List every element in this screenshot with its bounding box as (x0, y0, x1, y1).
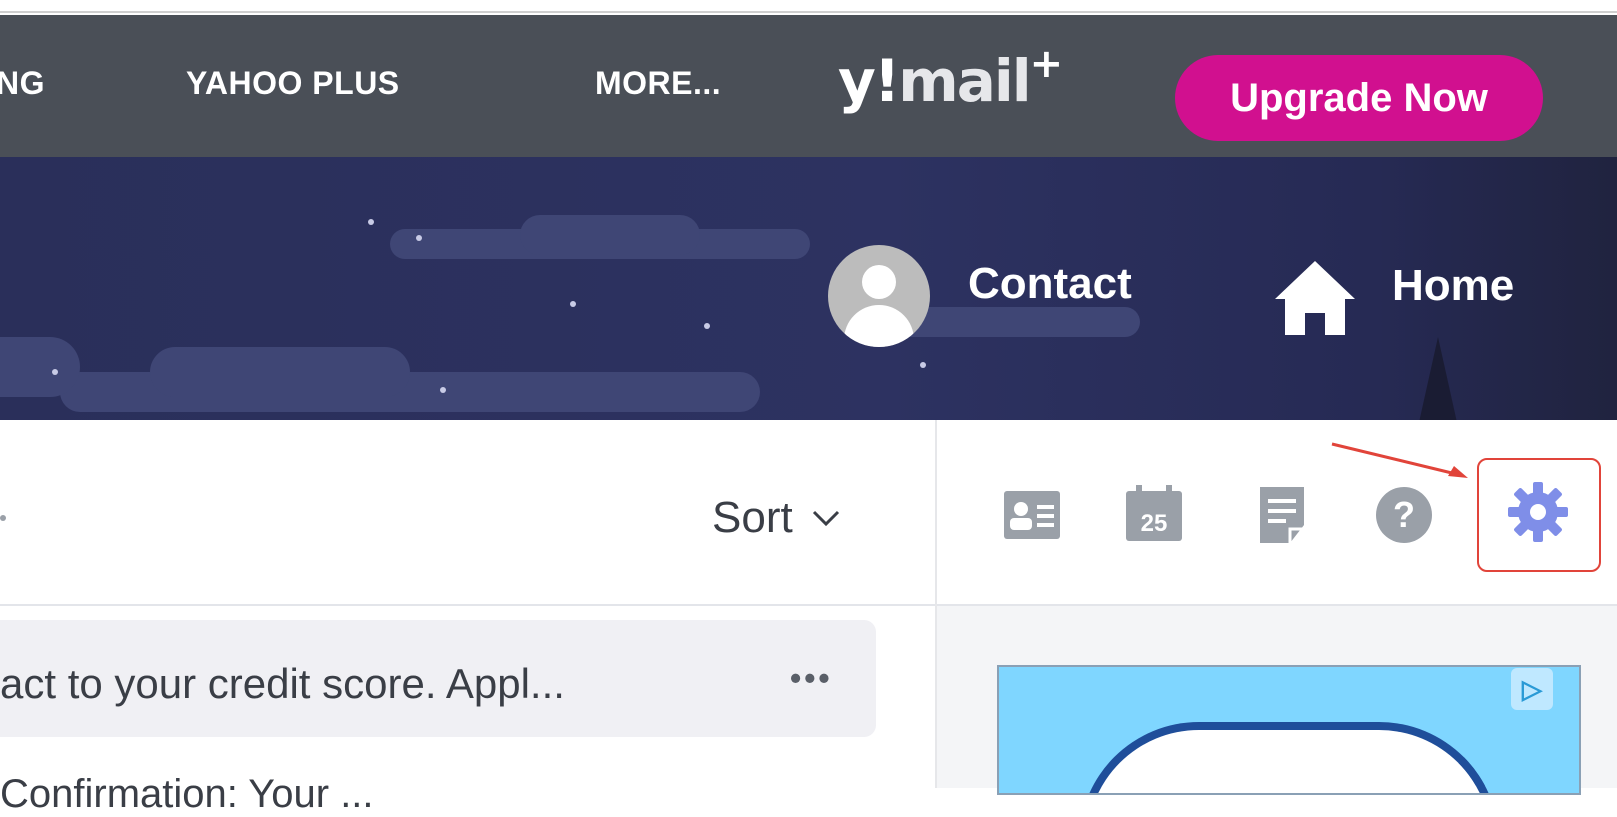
calendar-day: 25 (1141, 510, 1168, 537)
theme-banner: Contact Home (0, 157, 1617, 420)
star-decoration (440, 387, 446, 393)
home-icon[interactable] (1273, 255, 1357, 339)
logo-plus: + (1029, 41, 1063, 87)
home-link[interactable]: Home (1392, 261, 1514, 311)
contact-card-icon[interactable] (1002, 485, 1062, 545)
logo-y: y (838, 47, 876, 115)
more-actions-button[interactable]: ••• (790, 660, 833, 697)
sort-dropdown[interactable]: Sort (712, 493, 841, 543)
calendar-icon[interactable]: 25 (1124, 485, 1184, 545)
ad-choices-icon[interactable]: ▷ (1511, 668, 1553, 710)
star-decoration (416, 235, 422, 241)
logo-mail: mail (898, 47, 1031, 115)
cloud-decoration (150, 347, 410, 397)
nav-link-partial[interactable]: NG (0, 65, 45, 102)
nav-link-more[interactable]: MORE... (595, 65, 721, 102)
star-decoration (52, 369, 58, 375)
ad-brand-logo (1079, 722, 1499, 793)
notepad-icon[interactable] (1252, 485, 1312, 545)
contact-avatar-icon[interactable] (828, 245, 930, 347)
cloud-decoration (520, 215, 700, 255)
chevron-down-icon (812, 510, 839, 527)
star-decoration (920, 362, 926, 368)
help-glyph: ? (1393, 494, 1415, 535)
upgrade-now-button[interactable]: Upgrade Now (1175, 55, 1543, 141)
yahoo-mail-plus-logo[interactable]: y!mail+ (838, 41, 1063, 115)
advertisement[interactable] (997, 665, 1581, 795)
avatar-body (844, 305, 914, 347)
next-message-preview[interactable]: Confirmation: Your ... (0, 772, 374, 817)
window-top-border (0, 0, 1617, 13)
logo-bang: ! (873, 47, 900, 115)
star-decoration (368, 219, 374, 225)
contact-link[interactable]: Contact (968, 259, 1132, 309)
cloud-decoration (0, 337, 80, 397)
settings-highlight-box (1477, 458, 1601, 572)
star-decoration (704, 323, 710, 329)
help-icon[interactable]: ? (1374, 485, 1434, 545)
top-navigation-bar: NG YAHOO PLUS MORE... y!mail+ Upgrade No… (0, 15, 1617, 157)
annotation-arrow (1331, 442, 1468, 478)
avatar-head (862, 265, 896, 299)
sort-label: Sort (712, 493, 793, 542)
toolbar-partial-glyph (0, 515, 6, 521)
message-preview: act to your credit score. Appl... (0, 660, 565, 707)
star-decoration (570, 301, 576, 307)
tree-silhouette (1419, 337, 1457, 420)
nav-link-yahoo-plus[interactable]: YAHOO PLUS (186, 65, 400, 102)
